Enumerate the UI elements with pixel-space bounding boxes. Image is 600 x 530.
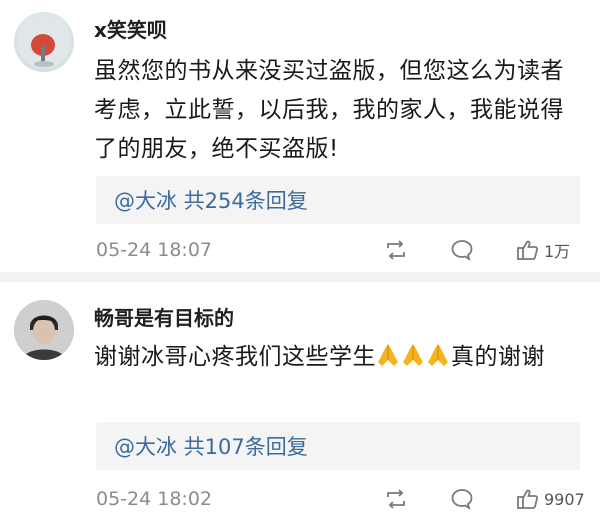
thumbs-up-icon — [517, 489, 539, 509]
folded-hands-icon — [403, 344, 423, 366]
divider — [0, 272, 600, 282]
reply-summary-box[interactable]: @大冰 共107条回复 — [96, 422, 580, 470]
comment-icon — [451, 240, 473, 261]
timestamp: 05-24 18:02 — [96, 488, 213, 510]
username[interactable]: x笑笑呗 — [94, 14, 167, 43]
like-count: 1万 — [544, 242, 571, 261]
comment-meta-row: 05-24 18:02 9907 — [96, 484, 585, 514]
comment-text-part: 真的谢谢 — [451, 344, 545, 370]
avatar[interactable] — [14, 12, 74, 72]
reply-summary-box[interactable]: @大冰 共254条回复 — [96, 176, 580, 224]
comment-button[interactable] — [450, 239, 474, 261]
emoji-group — [376, 344, 451, 370]
comment-text: 虽然您的书从来没买过盗版，但您这么为读者考虑，立此誓，以后我，我的家人，我能说得… — [94, 58, 564, 162]
comment-icon — [451, 489, 473, 510]
repost-button[interactable] — [384, 239, 408, 261]
username[interactable]: 畅哥是有目标的 — [94, 302, 234, 331]
repost-icon — [387, 240, 405, 260]
repost-button[interactable] — [384, 488, 408, 510]
like-button[interactable]: 9907 — [516, 488, 585, 510]
comment-button[interactable] — [450, 488, 474, 510]
comment-text: 谢谢冰哥心疼我们这些学生 真的谢谢 — [94, 338, 584, 377]
folded-hands-icon — [378, 344, 398, 366]
like-button[interactable]: 1万 — [516, 238, 570, 262]
folded-hands-icon — [428, 344, 448, 366]
comment-text-part: 谢谢冰哥心疼我们这些学生 — [94, 344, 376, 370]
comment-meta-row: 05-24 18:07 1万 — [96, 235, 580, 265]
view-replies-link[interactable]: @大冰 共254条回复 — [114, 185, 308, 215]
avatar[interactable] — [14, 300, 74, 360]
like-count: 9907 — [544, 489, 585, 509]
comment-item: 畅哥是有目标的 谢谢冰哥心疼我们这些学生 真的谢谢 @大冰 共107条回复 05-… — [0, 282, 600, 530]
view-replies-link[interactable]: @大冰 共107条回复 — [114, 431, 308, 461]
repost-icon — [387, 489, 405, 509]
timestamp: 05-24 18:07 — [96, 239, 213, 261]
comment-item: x笑笑呗 虽然您的书从来没买过盗版，但您这么为读者考虑，立此誓，以后我，我的家人… — [0, 0, 600, 272]
thumbs-up-icon — [517, 240, 539, 260]
